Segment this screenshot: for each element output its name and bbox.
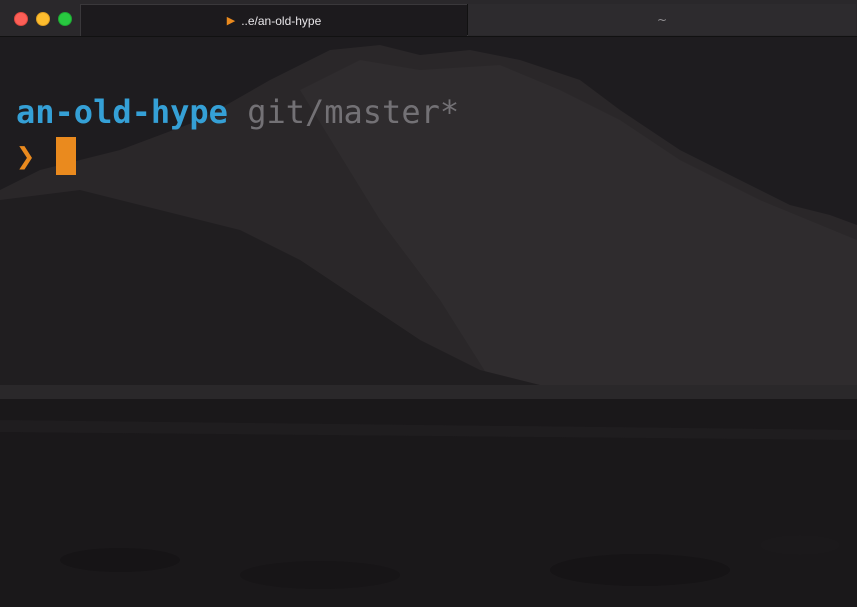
text-cursor — [56, 137, 77, 175]
terminal-window: ▶ ..e/an-old-hype ~ an-old-hype git/mast… — [0, 0, 857, 607]
maximize-button[interactable] — [58, 12, 72, 26]
window-controls — [14, 12, 72, 26]
prompt-line: an-old-hype git/master* — [16, 90, 459, 134]
minimize-button[interactable] — [36, 12, 50, 26]
tab-label: ~ — [656, 12, 668, 27]
prompt-chevron-icon: ❯ — [16, 137, 36, 175]
title-bar: ▶ ..e/an-old-hype ~ — [0, 0, 857, 37]
git-branch-status: git/master* — [247, 93, 460, 131]
input-line[interactable]: ❯ — [16, 134, 459, 178]
current-directory: an-old-hype — [16, 93, 228, 131]
play-icon: ▶ — [226, 15, 236, 27]
tab-home[interactable]: ~ — [467, 4, 856, 35]
terminal-content[interactable]: an-old-hype git/master* ❯ — [16, 90, 459, 178]
tab-label: ..e/an-old-hype — [241, 13, 322, 28]
close-button[interactable] — [14, 12, 28, 26]
tab-an-old-hype[interactable]: ▶ ..e/an-old-hype — [80, 4, 468, 36]
